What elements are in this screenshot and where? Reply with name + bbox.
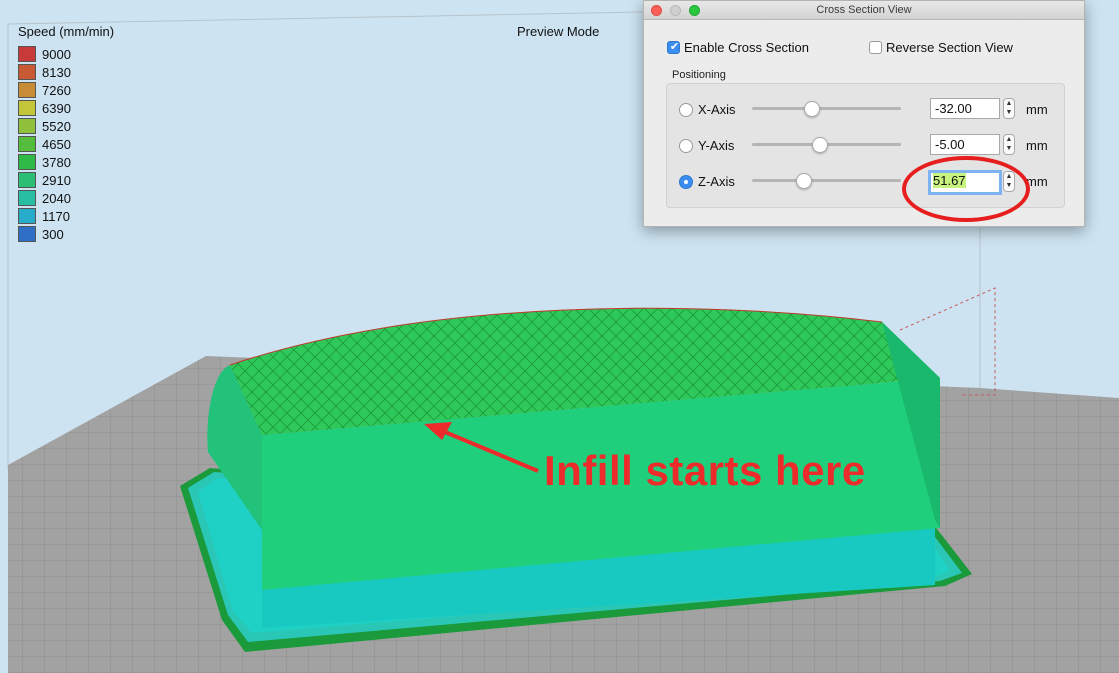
- 3d-viewport[interactable]: Speed (mm/min) 9000 8130 7260 6390 5520 4650 3…: [0, 0, 1119, 673]
- z-axis-label[interactable]: Z-Axis: [698, 174, 735, 189]
- x-axis-label[interactable]: X-Axis: [698, 102, 736, 117]
- reverse-section-view-checkbox[interactable]: [869, 41, 882, 54]
- legend-swatch: [18, 82, 36, 98]
- legend-swatch: [18, 100, 36, 116]
- chevron-up-icon[interactable]: ▲: [1004, 136, 1014, 143]
- legend-swatch: [18, 118, 36, 134]
- legend-label: 300: [42, 227, 64, 242]
- y-axis-label[interactable]: Y-Axis: [698, 138, 734, 153]
- legend-swatch: [18, 64, 36, 80]
- enable-cross-section-checkbox[interactable]: ✔: [667, 41, 680, 54]
- highlight-ring: [902, 156, 1030, 222]
- legend-swatch: [18, 190, 36, 206]
- dialog-titlebar[interactable]: Cross Section View: [644, 1, 1084, 20]
- annotation-text: Infill starts here: [544, 447, 866, 494]
- x-axis-slider[interactable]: [752, 107, 901, 110]
- enable-cross-section-label[interactable]: Enable Cross Section: [684, 40, 809, 55]
- reverse-section-view-label[interactable]: Reverse Section View: [886, 40, 1013, 55]
- legend-label: 7260: [42, 83, 71, 98]
- legend-swatch: [18, 136, 36, 152]
- x-axis-slider-thumb[interactable]: [804, 101, 820, 117]
- legend-swatch: [18, 172, 36, 188]
- legend-swatch: [18, 46, 36, 62]
- legend-label: 3780: [42, 155, 71, 170]
- checkmark-icon: ✔: [669, 41, 680, 53]
- legend-swatch: [18, 208, 36, 224]
- chevron-down-icon[interactable]: ▼: [1004, 145, 1014, 152]
- z-axis-slider[interactable]: [752, 179, 901, 182]
- legend-swatch: [18, 226, 36, 242]
- legend-label: 1170: [42, 209, 70, 224]
- chevron-down-icon[interactable]: ▼: [1004, 109, 1014, 116]
- legend-label: 2910: [42, 173, 71, 188]
- legend-label: 4650: [42, 137, 71, 152]
- z-axis-radio[interactable]: [679, 175, 693, 189]
- radio-selected-dot: [684, 180, 688, 184]
- z-axis-slider-thumb[interactable]: [796, 173, 812, 189]
- y-axis-slider-thumb[interactable]: [812, 137, 828, 153]
- x-axis-unit: mm: [1026, 102, 1048, 117]
- legend-label: 5520: [42, 119, 71, 134]
- chevron-up-icon[interactable]: ▲: [1004, 100, 1014, 107]
- legend-label: 9000: [42, 47, 71, 62]
- y-axis-unit: mm: [1026, 138, 1048, 153]
- legend-title: Speed (mm/min): [18, 24, 115, 39]
- positioning-label: Positioning: [672, 69, 726, 81]
- dialog-title: Cross Section View: [816, 4, 912, 16]
- build-volume-edge: [7, 11, 644, 25]
- x-axis-value-input[interactable]: -32.00: [930, 98, 1000, 119]
- y-axis-value-input[interactable]: -5.00: [930, 134, 1000, 155]
- y-axis-radio[interactable]: [679, 139, 693, 153]
- legend-label: 2040: [42, 191, 71, 206]
- x-axis-stepper[interactable]: ▲ ▼: [1003, 98, 1015, 119]
- x-axis-radio[interactable]: [679, 103, 693, 117]
- y-axis-stepper[interactable]: ▲ ▼: [1003, 134, 1015, 155]
- mode-label: Preview Mode: [517, 24, 600, 39]
- legend-label: 8130: [42, 65, 71, 80]
- legend-swatch: [18, 154, 36, 170]
- legend-label: 6390: [42, 101, 71, 116]
